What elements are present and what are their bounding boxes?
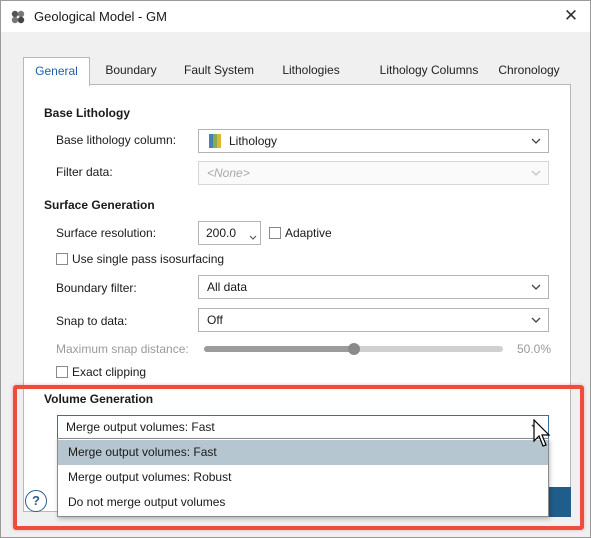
boundary-filter-label: Boundary filter: [56, 281, 137, 295]
single-pass-checkbox[interactable] [56, 253, 68, 265]
tab-bar: General Boundary Fault System Lithologie… [23, 57, 571, 86]
base-lithology-column-select[interactable]: Lithology [198, 129, 549, 153]
surface-resolution-label: Surface resolution: [56, 226, 157, 240]
lithology-icon [209, 134, 221, 148]
adaptive-checkbox[interactable] [269, 227, 281, 239]
tab-boundary[interactable]: Boundary [95, 57, 167, 85]
tab-lithologies[interactable]: Lithologies [273, 57, 349, 85]
max-snap-distance-value: 50.0% [517, 342, 552, 356]
mouse-cursor-icon [533, 419, 551, 447]
volume-generation-heading: Volume Generation [44, 392, 154, 406]
tab-lithology-columns[interactable]: Lithology Columns [359, 57, 499, 85]
chevron-down-icon [531, 284, 541, 290]
chevron-down-icon [531, 138, 541, 144]
boundary-filter-select[interactable]: All data [198, 275, 549, 299]
tab-fault-system[interactable]: Fault System [173, 57, 265, 85]
surface-resolution-input[interactable]: 200.0 [198, 221, 261, 245]
surface-resolution-value: 200.0 [206, 226, 237, 240]
dropdown-option-merge-robust[interactable]: Merge output volumes: Robust [58, 465, 548, 490]
snap-to-data-value: Off [207, 313, 223, 327]
volume-generation-select[interactable]: Merge output volumes: Fast [57, 415, 549, 439]
base-lithology-column-label: Base lithology column: [56, 133, 177, 147]
surface-generation-heading: Surface Generation [44, 198, 155, 212]
base-lithology-column-value: Lithology [229, 134, 278, 148]
max-snap-distance-label: Maximum snap distance: [56, 342, 189, 356]
tab-chronology[interactable]: Chronology [487, 57, 571, 85]
filter-data-label: Filter data: [56, 165, 113, 179]
filter-data-value: <None> [207, 166, 250, 180]
title-bar: Geological Model - GM ✕ [1, 1, 590, 32]
app-icon [11, 10, 25, 24]
adaptive-label: Adaptive [285, 226, 332, 240]
snap-to-data-select[interactable]: Off [198, 308, 549, 332]
window-title: Geological Model - GM [34, 9, 167, 24]
close-icon[interactable]: ✕ [560, 5, 582, 27]
volume-generation-value: Merge output volumes: Fast [66, 420, 215, 434]
chevron-down-icon [249, 235, 257, 240]
volume-generation-dropdown: Merge output volumes: Fast Merge output … [57, 438, 549, 517]
snap-to-data-label: Snap to data: [56, 314, 128, 328]
filter-data-select[interactable]: <None> [198, 161, 549, 185]
dialog-window: Geological Model - GM ✕ General Boundary… [0, 0, 591, 538]
max-snap-distance-fill [204, 346, 354, 352]
dropdown-option-no-merge[interactable]: Do not merge output volumes [58, 490, 548, 515]
chevron-down-icon [531, 317, 541, 323]
chevron-down-icon [531, 170, 541, 176]
dropdown-option-merge-fast[interactable]: Merge output volumes: Fast [58, 440, 548, 465]
exact-clipping-label: Exact clipping [72, 365, 147, 379]
exact-clipping-checkbox[interactable] [56, 366, 68, 378]
help-icon[interactable]: ? [25, 490, 47, 512]
max-snap-distance-thumb[interactable] [347, 343, 360, 355]
boundary-filter-value: All data [207, 280, 248, 294]
base-lithology-heading: Base Lithology [44, 106, 131, 120]
tab-general[interactable]: General [23, 57, 90, 86]
single-pass-label: Use single pass isosurfacing [72, 252, 225, 266]
